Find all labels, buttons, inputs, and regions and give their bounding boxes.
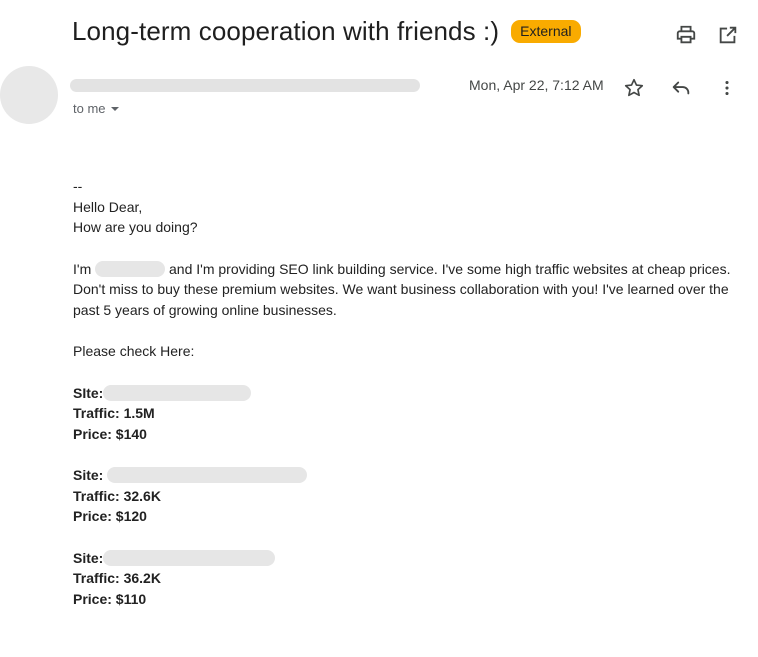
site-url-redacted[interactable] bbox=[103, 384, 252, 401]
price-line: Price: $110 bbox=[73, 590, 147, 607]
traffic-line: Traffic: 1.5M bbox=[73, 405, 155, 421]
traffic-line: Traffic: 36.2K bbox=[73, 570, 161, 586]
question: How are you doing? bbox=[73, 219, 198, 235]
site-line: Site: bbox=[73, 465, 733, 486]
price-line: Price: $140 bbox=[73, 425, 147, 442]
external-badge[interactable]: External bbox=[511, 20, 581, 43]
subject-title: Long-term cooperation with friends :) bbox=[72, 16, 500, 46]
sender-avatar[interactable] bbox=[0, 66, 58, 124]
check-line: Please check Here: bbox=[73, 343, 195, 359]
price-line: Price: $120 bbox=[73, 508, 147, 524]
signature-dash: -- bbox=[73, 178, 83, 194]
email-body: -- Hello Dear, How are you doing? I'm an… bbox=[73, 176, 733, 609]
site-url-redacted[interactable] bbox=[103, 549, 276, 566]
intro-paragraph: I'm and I'm providing SEO link building … bbox=[73, 260, 731, 318]
open-in-new-icon[interactable] bbox=[717, 24, 739, 46]
email-date: Mon, Apr 22, 7:12 AM bbox=[469, 77, 604, 93]
greeting: Hello Dear, bbox=[73, 198, 143, 215]
recipients-toggle[interactable]: to me bbox=[73, 101, 120, 116]
print-icon[interactable] bbox=[675, 24, 697, 46]
site-line: SIte: bbox=[73, 383, 733, 404]
to-me-label: to me bbox=[73, 101, 106, 116]
name-redacted bbox=[95, 260, 166, 277]
more-vert-icon[interactable] bbox=[716, 77, 738, 99]
email-subject: Long-term cooperation with friends :) Ex… bbox=[72, 16, 581, 47]
traffic-line: Traffic: 32.6K bbox=[73, 487, 161, 504]
site-url-redacted[interactable] bbox=[107, 467, 308, 483]
site-line: Site: bbox=[73, 548, 733, 569]
chevron-down-icon bbox=[110, 106, 119, 111]
star-icon[interactable] bbox=[623, 77, 645, 99]
reply-icon[interactable] bbox=[670, 77, 692, 99]
sender-name-redacted[interactable] bbox=[70, 79, 420, 92]
